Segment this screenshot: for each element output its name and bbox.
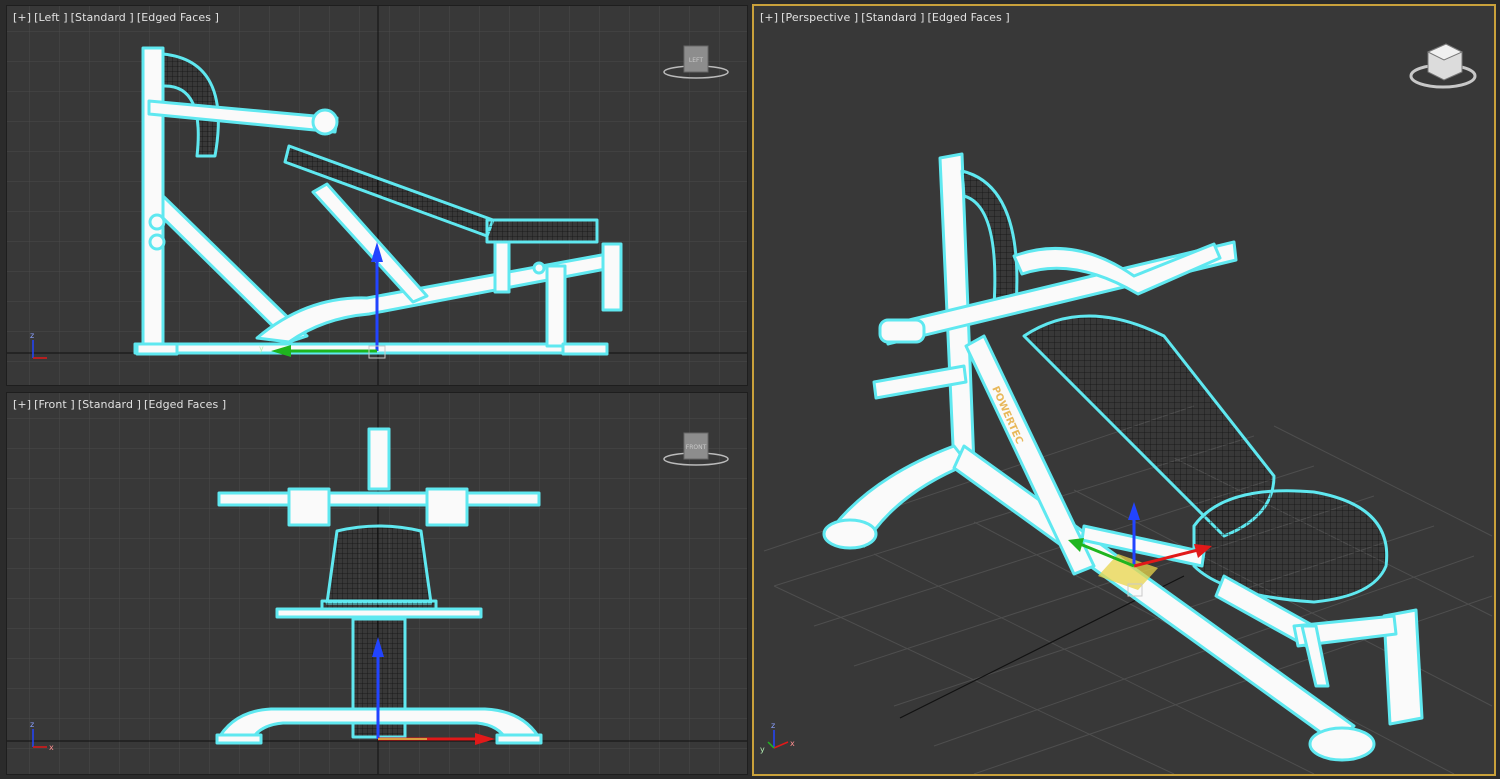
viewport-shading-menu[interactable]: [Standard ] xyxy=(861,11,924,24)
viewport-label[interactable]: [+] [Front ] [Standard ] [Edged Faces ] xyxy=(13,398,229,411)
viewport-perspective-canvas[interactable]: POWERTEC z x y xyxy=(754,6,1494,774)
view-cube-label: FRONT xyxy=(686,444,707,451)
viewport-shading-menu[interactable]: [Standard ] xyxy=(71,11,134,24)
viewport-edges-menu[interactable]: [Edged Faces ] xyxy=(137,11,219,24)
axis-y-label: y xyxy=(760,745,765,754)
viewport-menu-plus[interactable]: [+] xyxy=(13,11,31,24)
viewport-label[interactable]: [+] [Perspective ] [Standard ] [Edged Faces… xyxy=(760,11,1013,24)
viewport-view-menu[interactable]: [Front ] xyxy=(34,398,75,411)
view-cube-label: LEFT xyxy=(689,57,703,64)
viewport-menu-plus[interactable]: [+] xyxy=(760,11,778,24)
viewport-label[interactable]: [+] [Left ] [Standard ] [Edged Faces ] xyxy=(13,11,222,24)
axis-z-label: z xyxy=(30,331,34,340)
viewport-edges-menu[interactable]: [Edged Faces ] xyxy=(928,11,1010,24)
viewport-view-menu[interactable]: [Left ] xyxy=(34,11,67,24)
viewport-menu-plus[interactable]: [+] xyxy=(13,398,31,411)
viewport-left[interactable]: LEFT z y [+] [Left ] [Standard ] [Edged Fac… xyxy=(6,5,748,386)
viewport-shading-menu[interactable]: [Standard ] xyxy=(78,398,141,411)
axis-x-label: x xyxy=(49,743,54,752)
viewport-edges-menu[interactable]: [Edged Faces ] xyxy=(144,398,226,411)
viewport-perspective[interactable]: POWERTEC z x y [+] [Perspective] [Stand… xyxy=(752,4,1496,776)
viewport-front[interactable]: FRONT z x [+] [Front ] [Standard ] [Edged F… xyxy=(6,392,748,775)
viewport-front-canvas[interactable]: FRONT z x xyxy=(7,393,748,775)
axis-y-label: y xyxy=(259,344,264,353)
axis-z-label: z xyxy=(30,720,34,729)
axis-x-label: x xyxy=(790,739,795,748)
viewport-view-menu[interactable]: [Perspective ] xyxy=(781,11,858,24)
axis-z-label: z xyxy=(771,721,775,730)
viewport-left-canvas[interactable]: LEFT z y xyxy=(7,6,748,386)
